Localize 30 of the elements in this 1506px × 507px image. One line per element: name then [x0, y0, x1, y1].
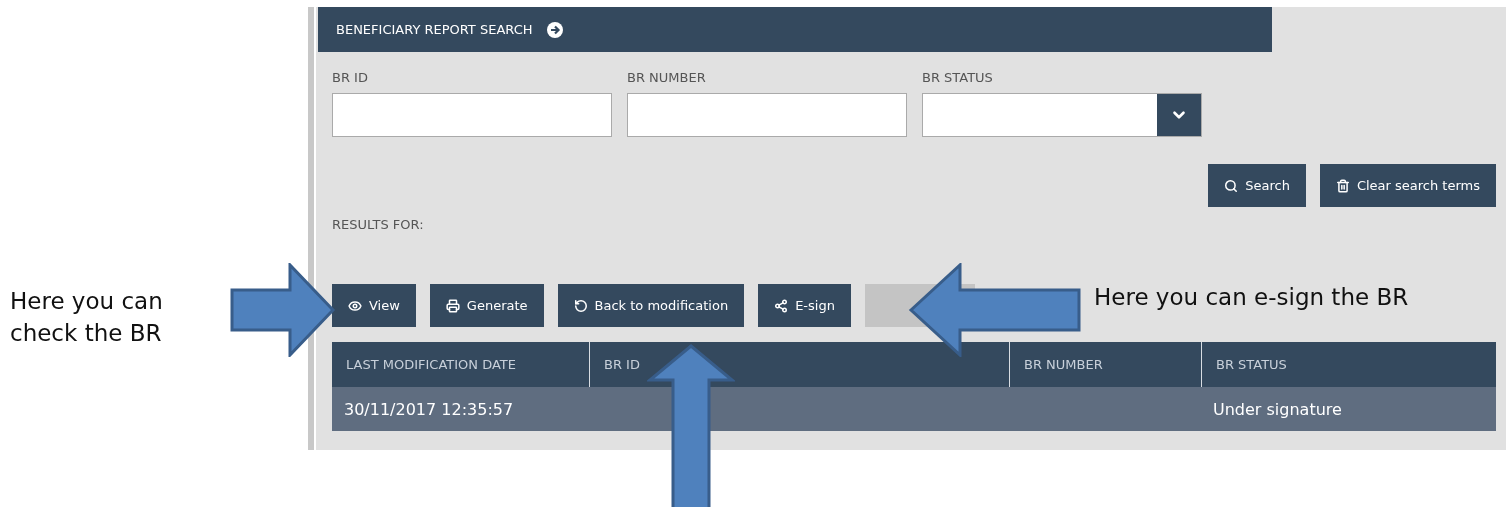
field-label: BR ID	[332, 70, 369, 85]
undo-icon	[573, 298, 588, 313]
printer-icon	[445, 298, 460, 313]
action-button[interactable]: Generate	[429, 284, 544, 327]
share-icon	[774, 298, 789, 313]
column-header: BR ID	[604, 357, 640, 372]
status-select[interactable]	[922, 93, 1202, 137]
field-label: BR NUMBER	[627, 70, 707, 85]
action-button[interactable]: Back to modification	[557, 284, 745, 327]
column-header: LAST MODIFICATION DATE	[346, 357, 516, 372]
table-cell: 30/11/2017 12:35:57	[344, 399, 514, 419]
field-label: BR STATUS	[922, 70, 994, 85]
results-label: RESULTS FOR:	[332, 217, 425, 232]
panel-title: BENEFICIARY REPORT SEARCH	[336, 22, 533, 37]
table-cell: Under signature	[1213, 399, 1342, 419]
clear-button[interactable]: Clear search terms	[1319, 164, 1496, 207]
input-field[interactable]	[332, 93, 612, 137]
annotation-text: Here you can check the BR	[10, 287, 164, 349]
input-field[interactable]	[627, 93, 907, 137]
column-header: BR STATUS	[1216, 357, 1287, 372]
arrow-circle-icon	[546, 21, 563, 38]
search-icon	[1224, 178, 1239, 193]
eye-icon	[348, 298, 362, 313]
column-header: BR NUMBER	[1024, 357, 1103, 372]
trash-icon	[1335, 178, 1350, 193]
action-button[interactable]: View	[332, 284, 416, 327]
action-button[interactable]: E-sign	[758, 284, 851, 327]
search-button[interactable]: Search	[1208, 164, 1306, 207]
table-row[interactable]: 30/11/2017 12:35:57 Under signature	[332, 387, 1496, 431]
annotation-text: Here you can e-sign the BR	[1094, 283, 1409, 312]
